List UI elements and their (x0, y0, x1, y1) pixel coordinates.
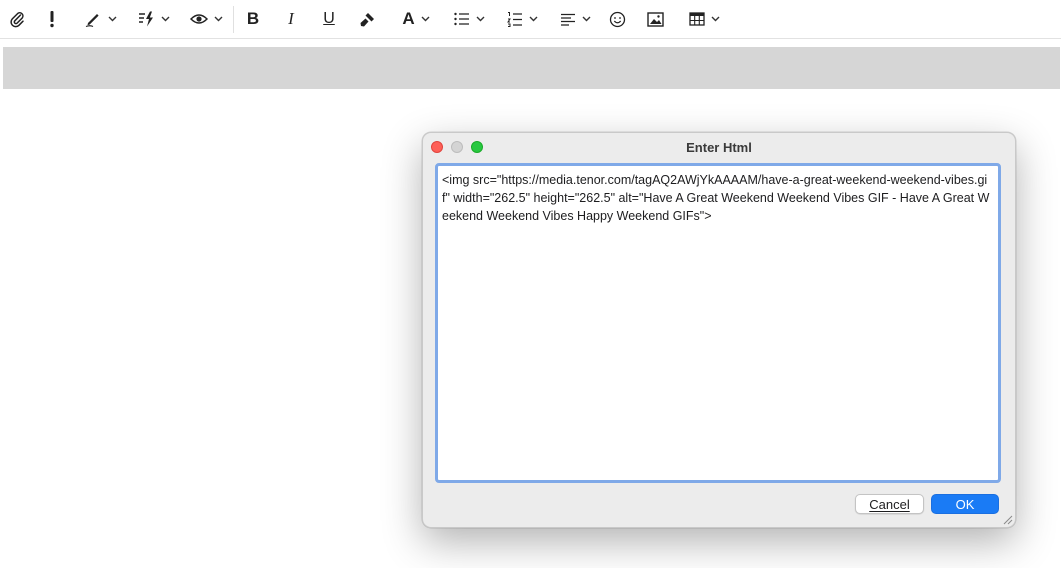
chevron-down-icon (476, 16, 484, 22)
enter-html-dialog: Enter Html <img src="https://media.tenor… (422, 132, 1016, 528)
chevron-down-icon (108, 16, 116, 22)
priority-button[interactable] (42, 7, 62, 31)
html-input[interactable]: <img src="https://media.tenor.com/tagAQ2… (435, 163, 1001, 483)
font-icon: A (402, 9, 415, 28)
italic-icon: I (288, 9, 294, 28)
resize-grip-icon[interactable] (1001, 513, 1013, 525)
underline-icon: U (323, 10, 335, 27)
table-button[interactable] (684, 7, 724, 31)
picture-button[interactable] (645, 7, 665, 31)
paintbrush-icon (360, 12, 374, 26)
ok-label: OK (955, 496, 975, 512)
formatting-toolbar: B I U A (0, 0, 1061, 39)
bold-icon: B (246, 9, 260, 28)
signature-button[interactable] (80, 7, 120, 31)
paperclip-icon (10, 12, 24, 28)
numbered-list-icon (506, 12, 522, 27)
pen-icon (85, 14, 99, 28)
format-painter-button[interactable] (357, 7, 377, 31)
cancel-button[interactable]: Cancel (855, 494, 924, 514)
smiley-icon (609, 11, 625, 27)
message-header-band (3, 47, 1060, 89)
font-button[interactable]: A (396, 7, 436, 31)
eye-icon (189, 14, 208, 24)
dialog-titlebar[interactable]: Enter Html (423, 133, 1015, 161)
numbering-button[interactable] (502, 7, 542, 31)
actions-button[interactable] (133, 7, 173, 31)
align-left-icon (560, 13, 575, 26)
exclamation-icon (50, 11, 54, 28)
bullet-list-icon (453, 12, 469, 26)
cancel-label: Cancel (869, 496, 910, 512)
underline-button[interactable]: U (319, 7, 339, 31)
chevron-down-icon (214, 16, 222, 22)
bullets-button[interactable] (449, 7, 489, 31)
italic-button[interactable]: I (281, 7, 301, 31)
chevron-down-icon (711, 16, 719, 22)
attach-button[interactable] (6, 7, 28, 31)
dialog-title: Enter Html (686, 140, 752, 155)
lightning-icon (138, 11, 153, 27)
table-icon (688, 12, 705, 26)
chevron-down-icon (421, 16, 430, 22)
chevron-down-icon (161, 16, 169, 22)
view-button[interactable] (186, 7, 226, 31)
align-button[interactable] (555, 7, 595, 31)
emoji-button[interactable] (607, 7, 627, 31)
bold-button[interactable]: B (243, 7, 263, 31)
ok-button[interactable]: OK (931, 494, 999, 514)
chevron-down-icon (582, 16, 590, 22)
toolbar-divider (233, 6, 234, 33)
image-icon (646, 11, 664, 27)
chevron-down-icon (529, 16, 537, 22)
